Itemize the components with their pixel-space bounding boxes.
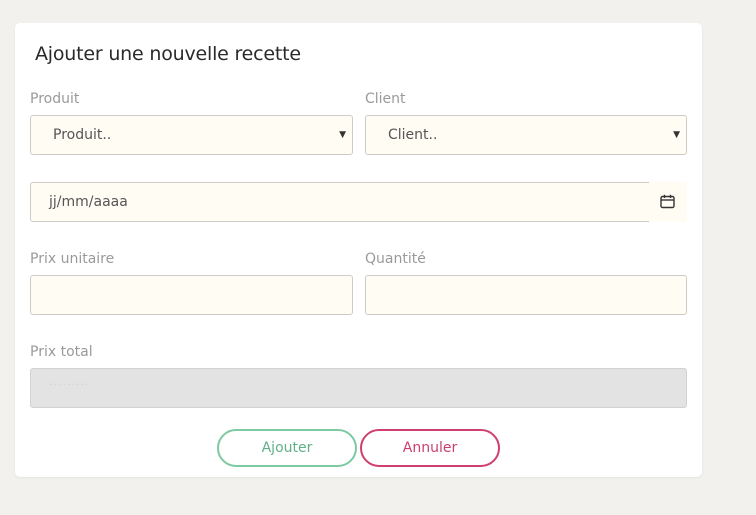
cancel-button[interactable]: Annuler	[360, 429, 500, 467]
prix-total-value: ·········	[49, 378, 90, 391]
client-select-value: Client..	[388, 127, 438, 143]
produit-select-value: Produit..	[53, 127, 112, 143]
add-button[interactable]: Ajouter	[217, 429, 357, 467]
prix-total-label: Prix total	[30, 344, 93, 360]
form-title: Ajouter une nouvelle recette	[35, 43, 301, 65]
prix-total-field: ·········	[30, 368, 687, 408]
date-input[interactable]: jj/mm/aaaa	[30, 182, 687, 222]
add-recipe-card: Ajouter une nouvelle recette Produit Pro…	[15, 23, 702, 477]
quantite-label: Quantité	[365, 251, 426, 267]
chevron-down-icon: ▼	[339, 130, 346, 140]
prix-unitaire-input[interactable]	[30, 275, 353, 315]
date-placeholder: jj/mm/aaaa	[49, 194, 128, 210]
prix-unitaire-label: Prix unitaire	[30, 251, 115, 267]
quantite-input[interactable]	[365, 275, 687, 315]
produit-label: Produit	[30, 91, 80, 107]
client-label: Client	[365, 91, 406, 107]
chevron-down-icon: ▼	[673, 130, 680, 140]
produit-select[interactable]: Produit.. ▼	[30, 115, 353, 155]
calendar-icon	[660, 194, 675, 209]
calendar-picker-button[interactable]	[649, 182, 687, 222]
client-select[interactable]: Client.. ▼	[365, 115, 687, 155]
